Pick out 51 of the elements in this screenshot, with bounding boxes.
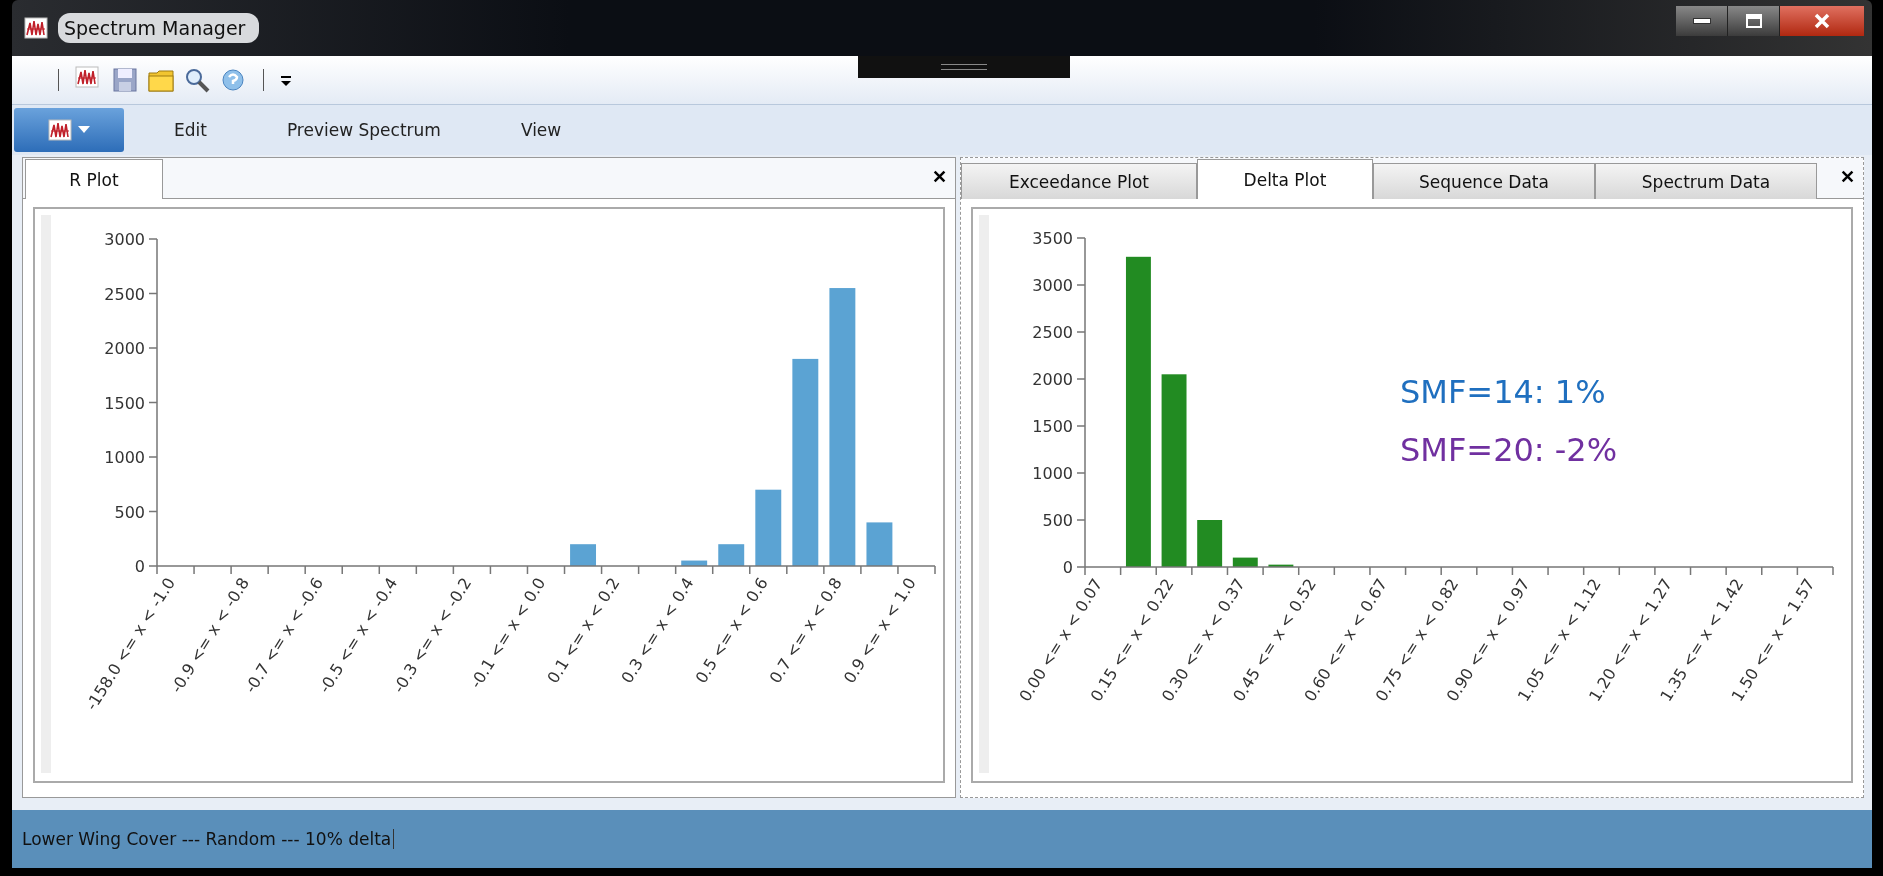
tab[interactable]: R Plot: [25, 159, 163, 199]
close-button[interactable]: [1780, 6, 1864, 36]
status-text: Lower Wing Cover --- Random --- 10% delta: [22, 829, 395, 849]
tab[interactable]: Delta Plot: [1197, 159, 1373, 199]
y-tick-label: 2500: [1032, 323, 1073, 342]
y-tick-label: 3000: [104, 230, 145, 249]
window-title: Spectrum Manager: [58, 13, 260, 43]
minimize-button[interactable]: [1676, 6, 1728, 36]
overflow-icon[interactable]: [280, 73, 292, 87]
y-tick-label: 500: [1042, 511, 1073, 530]
y-tick-label: 500: [114, 502, 145, 522]
bar: [1268, 564, 1294, 567]
bar: [1197, 520, 1223, 567]
y-tick-label: 2500: [104, 284, 145, 304]
bar: [570, 544, 596, 566]
y-tick-label: 2000: [1032, 370, 1073, 389]
save-icon[interactable]: [111, 66, 139, 94]
y-tick-label: 1500: [1032, 417, 1073, 436]
bar: [718, 544, 745, 566]
menu-item[interactable]: Preview Spectrum: [256, 120, 471, 140]
maximize-icon: [1745, 14, 1762, 28]
drag-handle[interactable]: [858, 56, 1070, 78]
y-tick-label: 1000: [1032, 464, 1073, 483]
minimize-icon: [1692, 18, 1711, 24]
close-icon: [1814, 13, 1830, 29]
application-menu-button[interactable]: [14, 108, 124, 152]
app-icon: [24, 17, 48, 39]
close-button[interactable]: ✕: [1840, 166, 1855, 188]
y-tick-label: 0: [134, 557, 145, 576]
annotation-text: SMF=14: 1%: [1400, 373, 1606, 411]
bar: [1232, 557, 1258, 567]
caret-icon: [78, 126, 90, 134]
bar: [866, 522, 893, 566]
annotation-text: SMF=20: -2%: [1400, 431, 1618, 469]
spectrum-icon: [48, 119, 72, 141]
tab[interactable]: Sequence Data: [1373, 163, 1595, 199]
help-icon[interactable]: [219, 66, 247, 94]
bar: [681, 560, 708, 566]
y-tick-label: 2000: [104, 339, 145, 358]
y-tick-label: 1000: [104, 448, 145, 467]
close-button[interactable]: ✕: [932, 166, 947, 188]
magnifier-icon[interactable]: [183, 66, 211, 94]
maximize-button[interactable]: [1728, 6, 1780, 36]
y-tick-label: 1500: [104, 393, 145, 413]
y-tick-label: 3000: [1032, 276, 1073, 295]
tab[interactable]: Spectrum Data: [1595, 163, 1817, 199]
menu-item[interactable]: View: [490, 120, 592, 140]
y-tick-label: 0: [1062, 558, 1073, 577]
y-tick-label: 3500: [1032, 229, 1073, 248]
tab[interactable]: Exceedance Plot: [961, 163, 1197, 199]
menu-item[interactable]: Edit: [144, 120, 237, 140]
